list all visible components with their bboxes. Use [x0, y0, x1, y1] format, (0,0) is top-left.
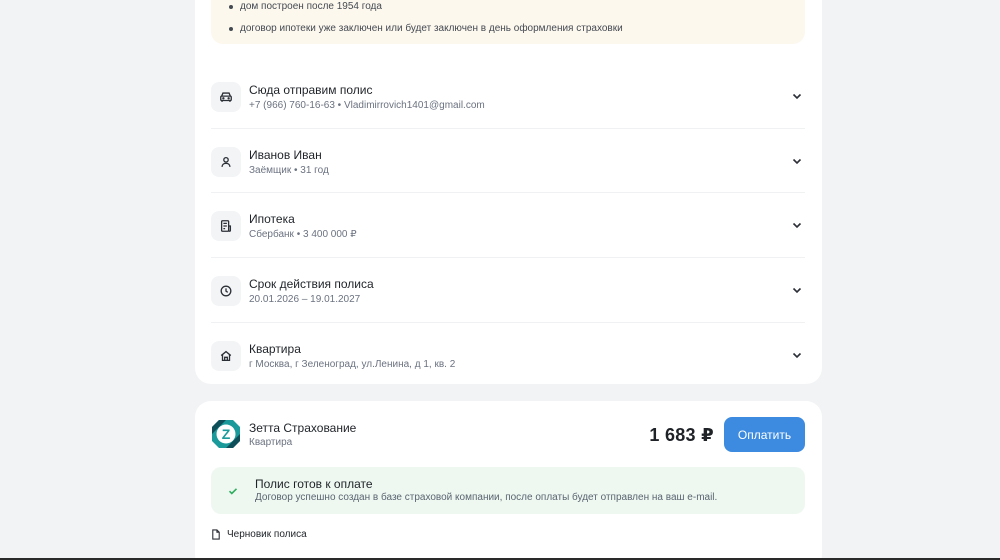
chevron-down-icon[interactable] [789, 217, 805, 233]
section-title: Сюда отправим полис [249, 83, 373, 97]
section-title: Срок действия полиса [249, 277, 374, 291]
section-borrower[interactable]: Иванов Иван Заёмщик • 31 год [211, 128, 805, 192]
chevron-down-icon[interactable] [789, 88, 805, 104]
section-title: Квартира [249, 342, 301, 356]
company-name: Зетта Страхование [249, 421, 357, 435]
policy-details-card: дом построен после 1954 года договор ипо… [195, 0, 822, 384]
insurance-object: Квартира [249, 437, 293, 448]
status-banner: Полис готов к оплате Договор успешно соз… [211, 467, 805, 514]
section-delivery[interactable]: Сюда отправим полис +7 (966) 760-16-63 •… [211, 64, 805, 128]
chevron-down-icon[interactable] [789, 282, 805, 298]
pay-button[interactable]: Оплатить [724, 417, 805, 452]
section-subtitle: +7 (966) 760-16-63 • Vladimirrovich1401@… [249, 100, 485, 111]
status-text: Договор успешно создан в базе страховой … [255, 492, 718, 503]
requirement-item: договор ипотеки уже заключен или будет з… [227, 22, 623, 44]
draft-policy-link[interactable]: Черновик полиса [211, 529, 307, 540]
car-icon [211, 82, 241, 112]
check-icon [223, 481, 243, 501]
policy-price: 1 683 ₽ [649, 425, 714, 445]
status-title: Полис готов к оплате [255, 477, 373, 491]
section-subtitle: Сбербанк • 3 400 000 ₽ [249, 229, 357, 240]
document-icon [211, 211, 241, 241]
user-icon [211, 147, 241, 177]
section-subtitle: г Москва, г Зеленоград, ул.Ленина, д 1, … [249, 359, 456, 370]
file-icon [212, 529, 220, 540]
requirement-item: дом построен после 1954 года [227, 0, 623, 22]
requirements-notice: дом построен после 1954 года договор ипо… [211, 0, 805, 44]
chevron-down-icon[interactable] [789, 347, 805, 363]
draft-policy-label: Черновик полиса [227, 529, 307, 540]
section-subtitle: 20.01.2026 – 19.01.2027 [249, 294, 361, 305]
section-subtitle: Заёмщик • 31 год [249, 165, 329, 176]
home-icon [211, 341, 241, 371]
section-policy-period[interactable]: Срок действия полиса 20.01.2026 – 19.01.… [211, 257, 805, 321]
clock-icon [211, 276, 241, 306]
section-mortgage[interactable]: Ипотека Сбербанк • 3 400 000 ₽ [211, 192, 805, 256]
section-title: Иванов Иван [249, 148, 322, 162]
requirements-list: дом построен после 1954 года договор ипо… [227, 0, 623, 44]
svg-text:Z: Z [222, 426, 231, 442]
chevron-down-icon[interactable] [789, 153, 805, 169]
section-apartment[interactable]: Квартира г Москва, г Зеленоград, ул.Лени… [211, 322, 805, 386]
section-title: Ипотека [249, 212, 295, 226]
payment-card: Z Зетта Страхование Квартира 1 683 ₽ Опл… [195, 401, 822, 560]
company-logo: Z [211, 419, 241, 449]
